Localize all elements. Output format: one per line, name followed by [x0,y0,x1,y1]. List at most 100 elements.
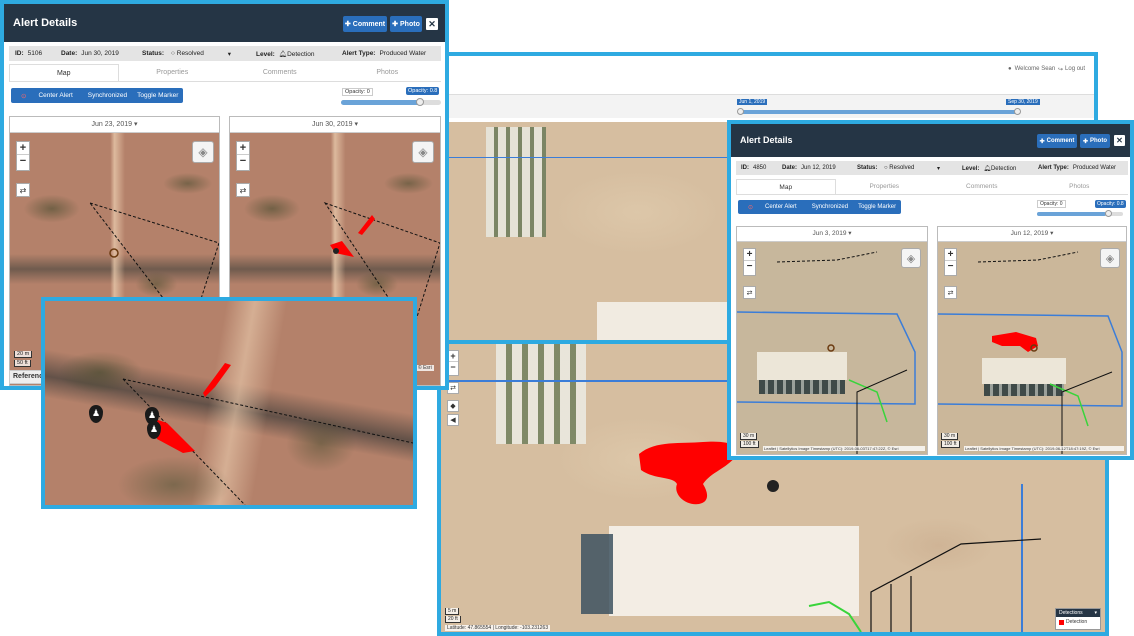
zoom-out-button[interactable]: − [448,362,458,372]
tab-photos[interactable]: Photos [1031,179,1129,194]
panel-b-right-map: Jun 12, 2019 ▾ + − ⇄ ◈ 30 m 100 ft Leafl… [937,226,1127,455]
tab-map[interactable]: Map [736,179,836,194]
tab-photos[interactable]: Photos [334,64,442,81]
center-alert-button[interactable]: ⊙ Center Alert [11,88,83,103]
alert-marker-icon[interactable] [333,248,339,254]
close-icon[interactable]: ✕ [426,18,438,30]
zoom-in-button[interactable]: + [448,351,458,362]
tab-properties[interactable]: Properties [119,64,227,81]
tab-comments[interactable]: Comments [933,179,1031,194]
alert-id: 5106 [27,50,43,57]
add-photo-button[interactable]: ✚ Photo [1080,134,1110,148]
layers-icon[interactable]: ◈ [901,248,921,268]
measure-tool-icon[interactable]: ◀ [447,414,459,426]
status-select[interactable]: ○ Resolved ▾ [884,165,940,172]
zoom-out-button[interactable]: − [945,261,956,272]
scale-ft: 100 ft [740,441,759,448]
timeline-bar [442,94,1094,118]
legend-label: Detection [1066,619,1088,625]
storage-tanks [486,127,546,237]
right-map-attribution: Leaflet | Satellytics Image Timestamp (U… [964,446,1124,451]
sync-toggle-icon[interactable]: ⇄ [16,183,30,197]
timeline-handle-start[interactable] [737,108,744,115]
toggle-marker-button[interactable]: Toggle Marker [132,88,183,103]
sync-toggle-icon[interactable]: ⇄ [944,286,957,299]
plus-icon: ✚ [1039,138,1045,145]
tab-map[interactable]: Map [9,64,119,81]
left-satellite-map[interactable]: + − ⇄ ◈ 30 m 100 ft Leaflet | Satellytic… [737,242,927,454]
target-icon: ⊙ [21,92,27,100]
plus-icon: ✚ [344,21,351,28]
alert-marker-icon[interactable] [109,248,119,258]
timeline-handle-end[interactable] [1014,108,1021,115]
chevron-down-icon: ▾ [1094,610,1097,616]
layers-icon[interactable]: ◈ [1100,248,1120,268]
zoom-inset-overlays [122,363,413,505]
right-map-attribution: © Esri [416,365,434,371]
zoom-in-button[interactable]: + [744,249,755,261]
reference-tab[interactable]: Referenc [9,370,45,384]
status-select[interactable]: ○ Resolved ▾ [171,50,231,58]
big-map-coords: Latitude: 47.865554 | Longitude: -103.23… [445,625,551,631]
center-alert-button[interactable]: ⊙ Center Alert [738,200,807,214]
detection-spill-polygon [155,419,195,453]
detection-spill-polygon [639,441,738,505]
close-icon[interactable]: ✕ [1114,135,1125,146]
opacity-min-label: Opacity: 0 [342,88,373,96]
right-date-selector[interactable]: Jun 12, 2019 ▾ [938,227,1126,242]
opacity-slider[interactable] [341,100,441,105]
zoom-out-button[interactable]: − [744,261,755,272]
layers-icon[interactable]: ◈ [192,141,214,163]
alert-level: Detection [287,50,315,58]
zoom-in-button[interactable]: + [237,142,249,155]
add-comment-button[interactable]: ✚ Comment [1037,134,1077,148]
panel-a-title: Alert Details [13,17,78,29]
tab-properties[interactable]: Properties [836,179,934,194]
boundary-line [442,157,742,158]
chevron-down-icon: ▾ [936,165,940,172]
pipeline-black [870,538,1042,632]
panel-b-header: Alert Details ✚ Comment ✚ Photo ✕ [731,124,1130,157]
zoom-in-button[interactable]: + [945,249,956,261]
target-icon: ⊙ [748,204,754,211]
opacity-min-label: Opacity: 0 [1037,200,1066,208]
left-date-selector[interactable]: Jun 23, 2019 ▾ [10,117,219,133]
timeline-slider[interactable] [740,110,1020,114]
logout-link[interactable]: ↪ Log out [1058,66,1085,73]
layers-icon[interactable]: ◈ [412,141,434,163]
add-comment-button[interactable]: ✚ Comment [343,16,387,32]
toggle-marker-button[interactable]: Toggle Marker [853,200,901,214]
opacity-value-badge: Opacity: 0.8 [406,87,440,95]
alert-marker-icon[interactable] [827,344,835,352]
zoom-out-button[interactable]: − [237,155,249,167]
sync-toggle-icon[interactable]: ⇄ [743,286,756,299]
opacity-slider-handle[interactable] [416,98,424,106]
detection-legend[interactable]: Detections ▾ Detection [1055,608,1101,630]
alert-type: Produced Water [379,50,427,57]
right-map-b-overlays [938,251,1123,454]
left-date-selector[interactable]: Jun 3, 2019 ▾ [737,227,927,242]
welcome-user[interactable]: ● Welcome Sean [1008,66,1055,72]
tab-comments[interactable]: Comments [226,64,334,81]
opacity-slider-fill [341,100,421,105]
zoom-out-button[interactable]: − [17,155,29,167]
synchronized-button[interactable]: Synchronized [83,88,132,103]
draw-tool-icon[interactable]: ◆ [447,400,459,412]
alert-level: Detection [990,165,1017,172]
legend-swatch [1059,619,1064,625]
legend-header[interactable]: Detections ▾ [1056,609,1100,617]
add-photo-button[interactable]: ✚ Photo [390,16,422,32]
right-satellite-map[interactable]: + − ⇄ ◈ 30 m 100 ft Leaflet | Satellytic… [938,242,1126,454]
alert-id: 4850 [753,165,767,171]
synchronized-button[interactable]: Synchronized [807,200,853,214]
opacity-slider-fill [1037,212,1106,216]
panel-a-header: Alert Details ✚ Comment ✚ Photo ✕ [4,4,445,42]
right-date-selector[interactable]: Jun 30, 2019 ▾ [230,117,440,133]
panel-b-map-toolbar: ⊙ Center Alert Synchronized Toggle Marker [738,200,902,214]
alert-marker-icon[interactable] [767,480,779,492]
panel-b-info-bar: ID: 4850 Date: Jun 12, 2019 Status: ○ Reso… [736,161,1128,175]
sync-toggle-icon[interactable]: ⇄ [236,183,250,197]
opacity-slider-handle[interactable] [1105,210,1112,217]
bell-icon: 🔔︎ [983,165,991,172]
zoom-in-button[interactable]: + [17,142,29,155]
